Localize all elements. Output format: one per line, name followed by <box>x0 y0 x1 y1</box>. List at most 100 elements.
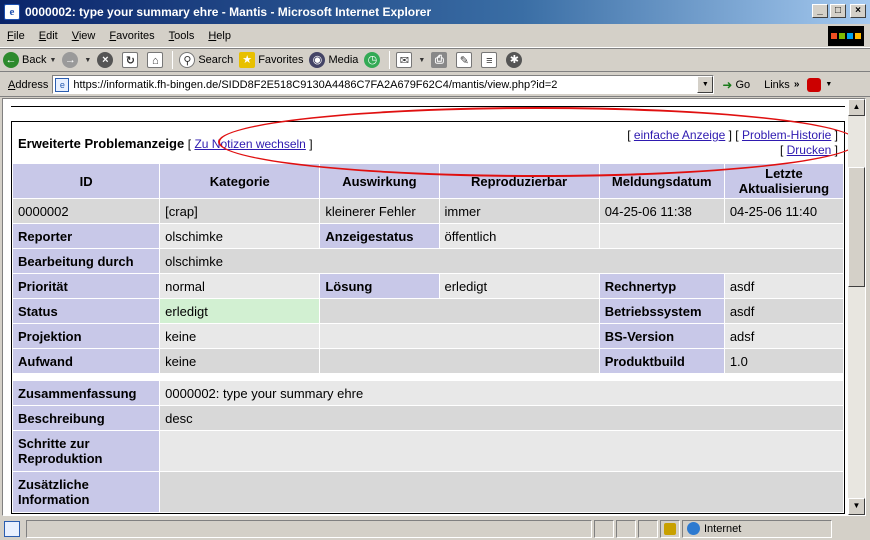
history-icon: ◷ <box>364 52 381 68</box>
window-titlebar: e 0000002: type your summary ehre - Mant… <box>0 0 870 24</box>
history-link[interactable]: Problem-Historie <box>742 128 831 142</box>
toolbar-addon-icon[interactable] <box>807 77 822 92</box>
home-icon: ⌂ <box>147 52 164 68</box>
discuss-icon: ≡ <box>481 52 498 68</box>
toolbar-separator <box>172 51 174 69</box>
platform-label: Rechnertyp <box>599 274 724 298</box>
handler-label: Bearbeitung durch <box>13 249 160 273</box>
window-title: 0000002: type your summary ehre - Mantis… <box>25 5 432 19</box>
os-build-value: adsf <box>729 328 755 344</box>
bug-details-table: Erweiterte Problemanzeige [ Zu Notizen w… <box>11 121 845 514</box>
eta-label: Aufwand <box>13 349 160 373</box>
bug-category: [crap] <box>165 203 198 219</box>
address-dropdown-icon[interactable]: ▼ <box>697 76 714 93</box>
go-button[interactable]: ➜ Go <box>722 78 750 92</box>
forward-button[interactable]: → ▼ <box>59 49 94 71</box>
reporter-value: olschimke <box>165 228 223 244</box>
favorites-button[interactable]: ★ Favorites <box>236 49 306 71</box>
menu-view[interactable]: View <box>65 30 103 42</box>
bug-reproducibility: immer <box>444 203 481 219</box>
summary-value: 0000002: type your summary ehre <box>165 385 364 401</box>
media-button[interactable]: ◉ Media <box>306 49 361 71</box>
maximize-button[interactable]: □ <box>830 4 846 18</box>
address-bar: Address e https://informatik.fh-bingen.d… <box>0 73 870 97</box>
vertical-scrollbar[interactable]: ▲ ▼ <box>848 99 865 515</box>
form-title-cell: Erweiterte Problemanzeige [ Zu Notizen w… <box>18 135 313 151</box>
status-label: Status <box>13 299 160 323</box>
minimize-button[interactable]: _ <box>812 4 828 18</box>
history-button[interactable]: ◷ <box>361 49 386 71</box>
edit-button[interactable]: ✎ <box>453 49 478 71</box>
scroll-thumb[interactable] <box>848 167 865 287</box>
status-panel <box>616 519 636 538</box>
windows-logo-icon <box>828 26 864 46</box>
eta-value: keine <box>165 353 197 369</box>
col-header-date-submitted: Meldungsdatum <box>599 164 724 198</box>
stop-button[interactable]: × <box>94 49 119 71</box>
status-panel <box>638 519 658 538</box>
addon-dropdown-icon[interactable]: ▼ <box>825 81 832 88</box>
priority-value: normal <box>165 278 205 294</box>
zone-label: Internet <box>704 522 742 535</box>
bug-severity: kleinerer Fehler <box>325 203 416 219</box>
bug-date-submitted: 04-25-06 11:38 <box>604 203 692 219</box>
empty-cell <box>320 349 598 373</box>
notes-link[interactable]: Zu Notizen wechseln <box>194 137 305 151</box>
scroll-up-button[interactable]: ▲ <box>848 99 865 116</box>
view-status-label: Anzeigestatus <box>320 224 439 248</box>
bug-last-updated: 04-25-06 11:40 <box>729 203 818 219</box>
refresh-icon: ↻ <box>122 52 139 68</box>
go-arrow-icon: ➜ <box>722 77 733 92</box>
close-button[interactable]: × <box>850 4 866 18</box>
handler-value: olschimke <box>165 253 223 269</box>
summary-label: Zusammenfassung <box>13 381 160 405</box>
links-chevron-icon[interactable]: » <box>794 79 800 90</box>
search-button[interactable]: ⚲ Search <box>176 49 236 71</box>
menu-tools[interactable]: Tools <box>162 30 202 42</box>
mail-button[interactable]: ✉ ▼ <box>393 49 428 71</box>
steps-value <box>160 431 843 471</box>
projection-value: keine <box>165 328 197 344</box>
build-label: Produktbuild <box>599 349 724 373</box>
messenger-button[interactable]: ✱ <box>503 49 528 71</box>
links-toolbar[interactable]: Links » ▼ <box>764 77 832 92</box>
discuss-button[interactable]: ≡ <box>478 49 503 71</box>
col-header-id: ID <box>13 164 160 198</box>
bug-id: 0000002 <box>18 203 69 219</box>
security-panel <box>660 519 680 538</box>
browser-viewport: Erweiterte Problemanzeige [ Zu Notizen w… <box>2 98 866 516</box>
col-header-last-updated: Letzte Aktualisierung <box>724 164 843 198</box>
address-label: Address <box>8 78 49 91</box>
home-button[interactable]: ⌂ <box>144 49 169 71</box>
search-label: Search <box>198 54 234 66</box>
mail-dropdown-icon[interactable]: ▼ <box>418 57 425 64</box>
description-label: Beschreibung <box>13 406 160 430</box>
favorites-star-icon: ★ <box>239 52 256 68</box>
menu-file[interactable]: File <box>0 30 32 42</box>
media-label: Media <box>328 54 359 66</box>
address-url[interactable]: https://informatik.fh-bingen.de/SIDD8F2E… <box>73 79 557 91</box>
print-button[interactable]: ⎙ <box>428 49 453 71</box>
menu-favorites[interactable]: Favorites <box>102 30 161 42</box>
menu-help[interactable]: Help <box>201 30 238 42</box>
edit-icon: ✎ <box>456 52 473 68</box>
forward-dropdown-icon[interactable]: ▼ <box>84 57 91 64</box>
print-icon: ⎙ <box>431 52 448 68</box>
refresh-button[interactable]: ↻ <box>119 49 144 71</box>
print-link[interactable]: Drucken <box>787 143 832 157</box>
go-label: Go <box>735 78 751 91</box>
address-input[interactable]: e https://informatik.fh-bingen.de/SIDD8F… <box>52 75 715 94</box>
scroll-down-button[interactable]: ▼ <box>848 498 865 515</box>
os-build-label: BS-Version <box>599 324 724 348</box>
resolution-value: erledigt <box>444 278 488 294</box>
simple-view-link[interactable]: einfache Anzeige <box>634 128 725 142</box>
empty-cell <box>320 299 598 323</box>
page-icon: e <box>55 77 70 92</box>
status-bar: Internet <box>0 517 870 540</box>
os-value: asdf <box>729 303 755 319</box>
menu-edit[interactable]: Edit <box>32 30 65 42</box>
additional-info-label: Zusätzliche Information <box>13 472 160 512</box>
back-dropdown-icon[interactable]: ▼ <box>49 57 56 64</box>
mantis-page: Erweiterte Problemanzeige [ Zu Notizen w… <box>11 99 845 514</box>
back-button[interactable]: ← Back ▼ <box>0 49 59 71</box>
